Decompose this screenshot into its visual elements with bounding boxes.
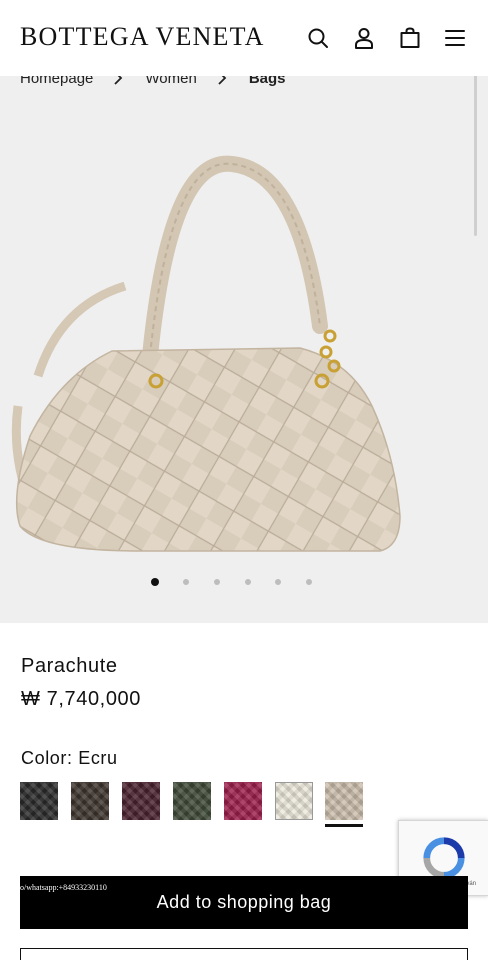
swatch-fill bbox=[173, 782, 211, 820]
gallery-dot[interactable] bbox=[151, 578, 159, 586]
product-price: ₩ 7,740,000 bbox=[21, 688, 142, 710]
swatch-cream[interactable] bbox=[275, 782, 313, 820]
swatch-fill bbox=[122, 782, 160, 820]
whatsapp-link[interactable]: o/whatsapp:+84933230110 bbox=[20, 883, 107, 892]
swatch-fill bbox=[275, 782, 313, 820]
gallery-dot[interactable] bbox=[183, 579, 189, 585]
selected-color-label: Color: Ecru bbox=[21, 748, 118, 768]
swatch-olive[interactable] bbox=[173, 782, 211, 820]
product-image-gallery[interactable] bbox=[0, 76, 488, 623]
shopping-bag-icon[interactable] bbox=[397, 25, 423, 51]
swatch-burgundy[interactable] bbox=[122, 782, 160, 820]
swatch-fill bbox=[71, 782, 109, 820]
selected-swatch-indicator bbox=[325, 824, 363, 827]
product-image-bag bbox=[11, 155, 401, 552]
gallery-pagination bbox=[0, 576, 488, 590]
search-icon[interactable] bbox=[305, 25, 331, 51]
gallery-dot[interactable] bbox=[245, 579, 251, 585]
recaptcha-icon bbox=[422, 837, 465, 879]
swatch-fill bbox=[20, 782, 58, 820]
site-header: BOTTEGA VENETA bbox=[0, 0, 488, 76]
swatch-dark-brown[interactable] bbox=[71, 782, 109, 820]
swatch-raspberry[interactable] bbox=[224, 782, 262, 820]
swatch-fill bbox=[224, 782, 262, 820]
gallery-dot[interactable] bbox=[275, 579, 281, 585]
secondary-action-button[interactable] bbox=[20, 948, 468, 960]
gallery-dot[interactable] bbox=[306, 579, 312, 585]
swatch-fill bbox=[325, 782, 363, 820]
account-icon[interactable] bbox=[351, 25, 377, 51]
swatch-black[interactable] bbox=[20, 782, 58, 820]
swatch-ecru[interactable] bbox=[325, 782, 363, 827]
brand-logo[interactable]: BOTTEGA VENETA bbox=[20, 22, 265, 52]
menu-icon[interactable] bbox=[442, 25, 468, 51]
product-name: Parachute bbox=[21, 655, 118, 677]
gallery-dot[interactable] bbox=[214, 579, 220, 585]
